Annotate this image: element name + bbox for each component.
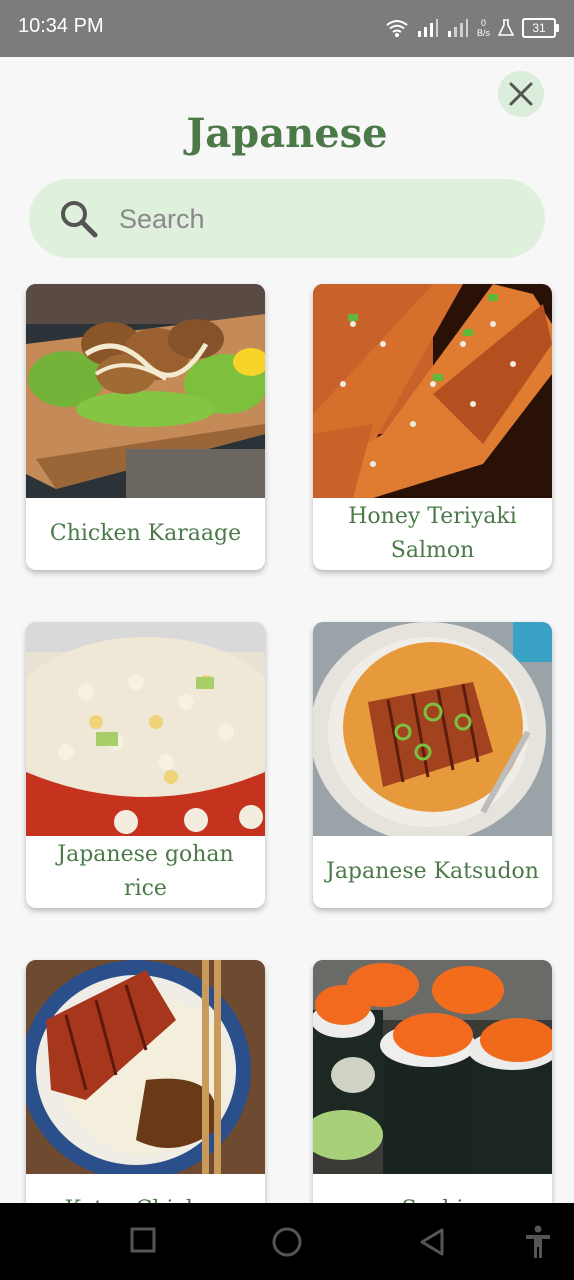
triangle-back-icon[interactable]: [418, 1227, 446, 1257]
navigation-bar: [0, 1203, 574, 1280]
flask-icon: [498, 19, 514, 36]
accessibility-icon[interactable]: [524, 1225, 552, 1259]
recipe-title: Japanese Katsudon: [326, 859, 539, 884]
status-time: 10:34 PM: [18, 15, 104, 37]
square-icon[interactable]: [130, 1227, 158, 1255]
close-icon: [509, 82, 533, 106]
search-bar[interactable]: [29, 179, 545, 258]
search-input[interactable]: [117, 197, 521, 241]
recipe-image-chicken-karaage: [26, 284, 265, 498]
recipe-image-japanese-katsudon: [313, 622, 552, 836]
recipe-image-sushi: [313, 960, 552, 1174]
signal-icon: [417, 19, 438, 37]
recipe-image-japanese-gohan-rice: [26, 622, 265, 836]
page-title: Japanese: [186, 110, 388, 157]
network-speed-unit: B/s: [476, 28, 490, 38]
recipe-card-chicken-karaage[interactable]: Chicken Karaage: [26, 284, 265, 570]
wifi-icon: [386, 20, 408, 37]
recipe-card-japanese-gohan-rice[interactable]: Japanese gohan rice: [26, 622, 265, 908]
recipe-title: Japanese gohan rice: [57, 842, 234, 901]
recipe-card-japanese-katsudon[interactable]: Japanese Katsudon: [313, 622, 552, 908]
signal-icon-2: [447, 19, 468, 37]
status-icons: 0 B/s 31: [385, 14, 559, 42]
recipe-title: Chicken Karaage: [49, 521, 242, 546]
network-speed: 0 B/s: [477, 18, 490, 38]
recipe-title: Honey Teriyaki Salmon: [348, 504, 517, 563]
recipe-image-katsu-chicken: [26, 960, 265, 1174]
search-icon: [61, 201, 98, 238]
network-speed-value: 0: [480, 18, 486, 28]
recipe-image-honey-teriyaki-salmon: [313, 284, 552, 498]
recipe-card-honey-teriyaki-salmon[interactable]: Honey Teriyaki Salmon: [313, 284, 552, 570]
status-bar: 10:34 PM 0 B/s 31: [0, 0, 574, 57]
circle-icon[interactable]: [271, 1226, 303, 1258]
battery-indicator: 31: [522, 18, 559, 38]
